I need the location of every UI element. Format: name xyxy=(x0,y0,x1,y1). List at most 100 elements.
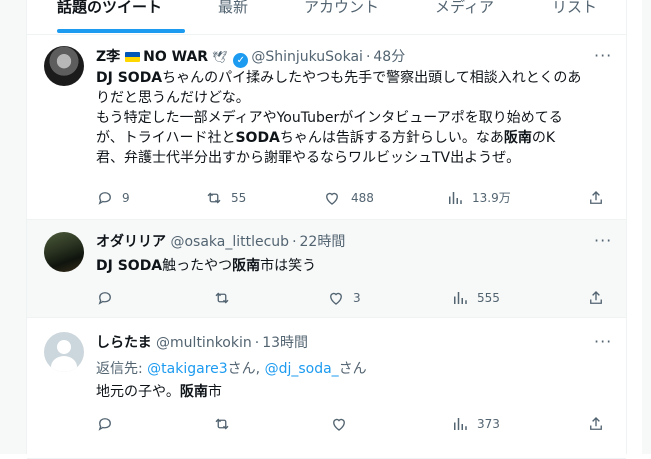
text: 市は笑う xyxy=(260,258,317,274)
retweet-icon xyxy=(215,292,229,304)
highlight: SODA xyxy=(235,130,280,146)
more-icon[interactable]: ··· xyxy=(594,46,612,65)
handle[interactable]: @multinkokin xyxy=(156,335,252,351)
share-icon xyxy=(590,291,602,304)
tab-latest[interactable]: 最新 xyxy=(218,0,248,30)
separator: · xyxy=(254,335,260,351)
separator: · xyxy=(292,234,297,250)
separator: · xyxy=(365,49,371,65)
like-count: 488 xyxy=(351,191,374,205)
display-name-suffix[interactable]: NO WAR xyxy=(143,49,208,65)
like-icon xyxy=(333,418,345,431)
mention-suffix: さん xyxy=(338,361,367,377)
text: もう特定した一部メディアやYouTuberがインタビューアポを取り始めてる xyxy=(96,110,563,126)
display-name[interactable]: オダリリア xyxy=(96,234,166,250)
search-tabs: 話題のツイート 最新 アカウント メディア リスト xyxy=(27,0,626,35)
timestamp[interactable]: 13時間 xyxy=(262,335,308,351)
mention-link[interactable]: @takigare3 xyxy=(147,361,228,377)
tweet[interactable]: しらたま @multinkokin · 13時間 ··· 返信先: @takigar… xyxy=(27,318,626,459)
views-icon xyxy=(449,192,462,204)
like-button[interactable] xyxy=(330,415,356,433)
column-divider-right xyxy=(626,0,627,454)
reply-icon xyxy=(98,192,111,205)
tweet-text: DJ SODAちゃんのパイ揉みしたやつも先手で警察出頭して相談入れとくのあ りだ… xyxy=(96,68,596,168)
like-count: 3 xyxy=(353,291,361,305)
more-icon[interactable]: ··· xyxy=(594,332,612,351)
mention-link[interactable]: @dj_soda_ xyxy=(265,361,339,377)
share-icon xyxy=(590,417,602,430)
text: のK xyxy=(531,130,556,146)
tweet-header: オダリリア @osaka_littlecub · 22時間 xyxy=(96,233,345,251)
retweet-icon xyxy=(207,192,221,204)
like-button[interactable]: 488 xyxy=(323,189,374,207)
retweet-count: 55 xyxy=(231,191,247,205)
timestamp[interactable]: 48分 xyxy=(373,49,405,65)
dove-icon: 🕊 xyxy=(212,50,228,64)
reply-button[interactable] xyxy=(96,289,122,307)
mention-separator: さん, xyxy=(227,361,265,377)
retweet-button[interactable] xyxy=(213,415,239,433)
reply-button[interactable] xyxy=(96,415,122,433)
views-count: 373 xyxy=(477,417,500,431)
views-icon xyxy=(454,418,467,430)
highlight: DJ SODA xyxy=(96,258,163,274)
text: りだと思うんだけどな。 xyxy=(96,90,250,106)
views-button[interactable]: 555 xyxy=(451,289,500,307)
more-icon[interactable]: ··· xyxy=(594,231,612,250)
views-icon xyxy=(454,292,467,304)
views-count: 555 xyxy=(477,291,500,305)
views-button[interactable]: 13.9万 xyxy=(446,189,511,207)
reply-count: 9 xyxy=(122,191,130,205)
text: ちゃんのパイ揉みしたやつも先手で警察出頭して相談入れとくのあ xyxy=(162,70,582,86)
ukraine-flag-icon xyxy=(125,52,141,62)
avatar[interactable] xyxy=(44,232,84,272)
scrollbar-track[interactable] xyxy=(642,0,651,454)
tweet[interactable]: オダリリア @osaka_littlecub · 22時間 ··· DJ SODA触… xyxy=(27,220,626,318)
views-count: 13.9万 xyxy=(472,191,511,205)
share-button[interactable] xyxy=(587,289,605,307)
tweet-text: 地元の子や。阪南市 xyxy=(96,382,596,402)
text: が、トライハード社と xyxy=(96,130,236,146)
timestamp[interactable]: 22時間 xyxy=(300,234,346,250)
tab-accounts[interactable]: アカウント xyxy=(304,0,379,30)
tab-lists[interactable]: リスト xyxy=(552,0,597,30)
tab-top[interactable]: 話題のツイート xyxy=(57,0,162,30)
verified-badge-icon[interactable]: ✓ xyxy=(233,53,249,68)
highlight: 阪南 xyxy=(179,384,208,400)
share-icon xyxy=(590,191,602,204)
views-button[interactable]: 373 xyxy=(451,415,500,433)
tweet-text: DJ SODA触ったやつ阪南市は笑う xyxy=(96,256,596,276)
text: 君、弁護士代半分出すから謝罪やるならワルビッシュTV出ようぜ。 xyxy=(96,150,521,166)
reply-button[interactable]: 9 xyxy=(96,189,130,207)
retweet-button[interactable] xyxy=(213,289,239,307)
reply-icon xyxy=(98,292,111,305)
display-name[interactable]: Z李 xyxy=(96,49,120,65)
tweet-header: Z李 NO WAR 🕊 ✓ @ShinjukuSokai · 48分 xyxy=(96,48,405,68)
default-avatar-icon[interactable] xyxy=(44,332,84,372)
text: 地元の子や。 xyxy=(96,384,180,400)
highlight: 阪南 xyxy=(503,130,532,146)
tab-media[interactable]: メディア xyxy=(435,0,494,30)
tweet-header: しらたま @multinkokin · 13時間 xyxy=(96,334,308,352)
handle[interactable]: @ShinjukuSokai xyxy=(251,49,363,65)
retweet-button[interactable]: 55 xyxy=(205,189,246,207)
handle[interactable]: @osaka_littlecub xyxy=(170,234,289,250)
like-icon xyxy=(330,292,342,305)
retweet-icon xyxy=(215,418,229,430)
display-name[interactable]: しらたま xyxy=(96,335,152,351)
reply-icon xyxy=(98,418,111,431)
active-tab-indicator xyxy=(57,29,185,33)
highlight: DJ SODA xyxy=(96,70,163,86)
highlight: 阪南 xyxy=(232,258,261,274)
replying-to: 返信先: @takigare3さん, @dj_soda_さん xyxy=(96,358,367,378)
reply-prefix: 返信先: xyxy=(96,361,148,377)
avatar[interactable] xyxy=(44,46,84,86)
tweet[interactable]: Z李 NO WAR 🕊 ✓ @ShinjukuSokai · 48分 ··· DJ SODA… xyxy=(27,35,626,220)
share-button[interactable] xyxy=(587,189,605,207)
text: 市 xyxy=(207,384,222,400)
like-button[interactable]: 3 xyxy=(327,289,361,307)
share-button[interactable] xyxy=(587,415,605,433)
text: ちゃんは告訴する方針らしい。なあ xyxy=(279,130,504,146)
text: 触ったやつ xyxy=(162,258,233,274)
left-sidebar-edge xyxy=(0,0,26,454)
